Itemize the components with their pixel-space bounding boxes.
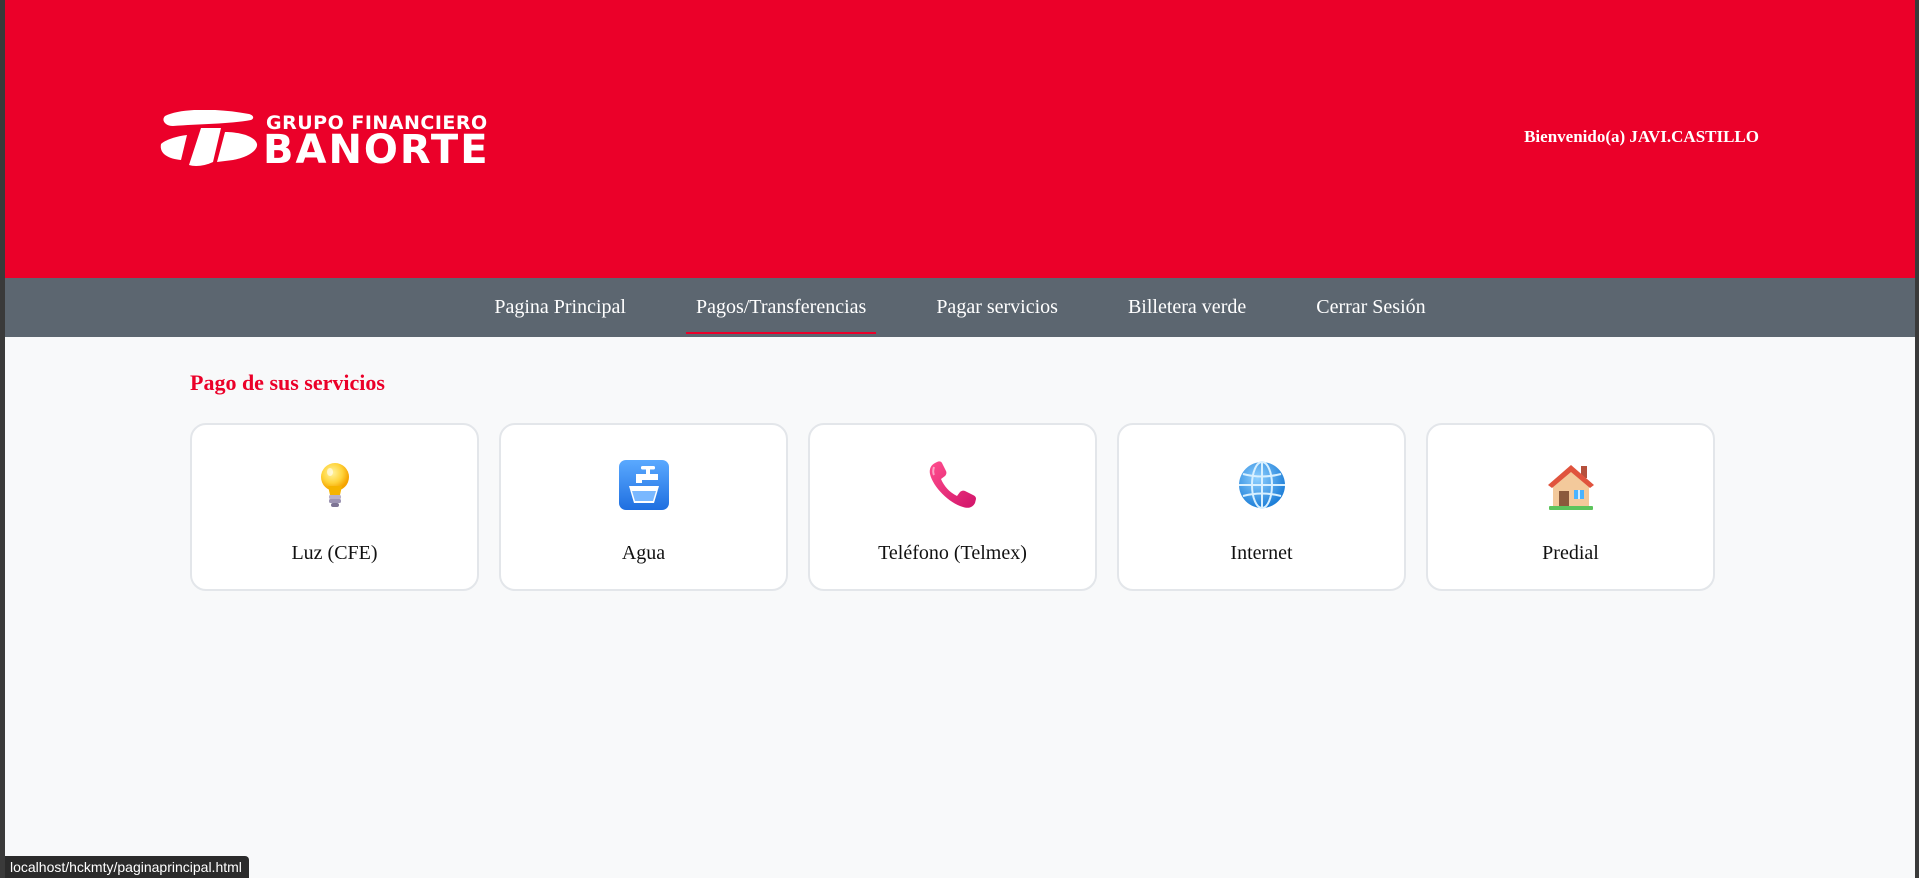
status-bar-url: localhost/hckmty/paginaprincipal.html (5, 856, 249, 878)
water-faucet-icon (618, 460, 669, 510)
service-card-agua[interactable]: Agua (499, 423, 788, 591)
service-card-luz[interactable]: Luz (CFE) (190, 423, 479, 591)
service-label: Internet (1230, 542, 1293, 564)
nav-list: Pagina Principal Pagos/Transferencias Pa… (5, 278, 1915, 337)
page: GRUPO FINANCIERO BANORTE Bienvenido(a) J… (5, 0, 1915, 878)
banorte-logo[interactable]: GRUPO FINANCIERO BANORTE (159, 110, 539, 173)
service-label: Agua (621, 542, 666, 564)
nav-item-pagar-servicios[interactable]: Pagar servicios (901, 278, 1093, 337)
main-navbar: Pagina Principal Pagos/Transferencias Pa… (5, 278, 1915, 337)
nav-item-pagina-principal[interactable]: Pagina Principal (459, 278, 661, 337)
nav-item-pagos-transferencias[interactable]: Pagos/Transferencias (661, 278, 901, 337)
service-label: Predial (1542, 542, 1599, 564)
header-banner: GRUPO FINANCIERO BANORTE Bienvenido(a) J… (5, 0, 1915, 278)
globe-icon (1238, 461, 1285, 509)
welcome-user-text: Bienvenido(a) JAVI.CASTILLO (1524, 127, 1759, 146)
page-title: Pago de sus servicios (190, 370, 385, 395)
house-icon (1547, 465, 1594, 510)
service-label: Luz (CFE) (291, 542, 378, 564)
nav-item-billetera-verde[interactable]: Billetera verde (1093, 278, 1281, 337)
nav-item-cerrar-sesion[interactable]: Cerrar Sesión (1281, 278, 1460, 337)
banorte-logo-mark-icon (160, 110, 258, 166)
service-cards: Luz (CFE) Agua Teléfono (Telmex) Interne… (190, 423, 1715, 591)
service-card-telefono[interactable]: Teléfono (Telmex) (808, 423, 1097, 591)
service-label: Teléfono (Telmex) (878, 542, 1027, 564)
light-bulb-icon (320, 463, 349, 507)
service-card-internet[interactable]: Internet (1117, 423, 1406, 591)
telephone-icon (929, 461, 976, 508)
service-card-predial[interactable]: Predial (1426, 423, 1715, 591)
logo-text-big: BANORTE (263, 127, 490, 173)
